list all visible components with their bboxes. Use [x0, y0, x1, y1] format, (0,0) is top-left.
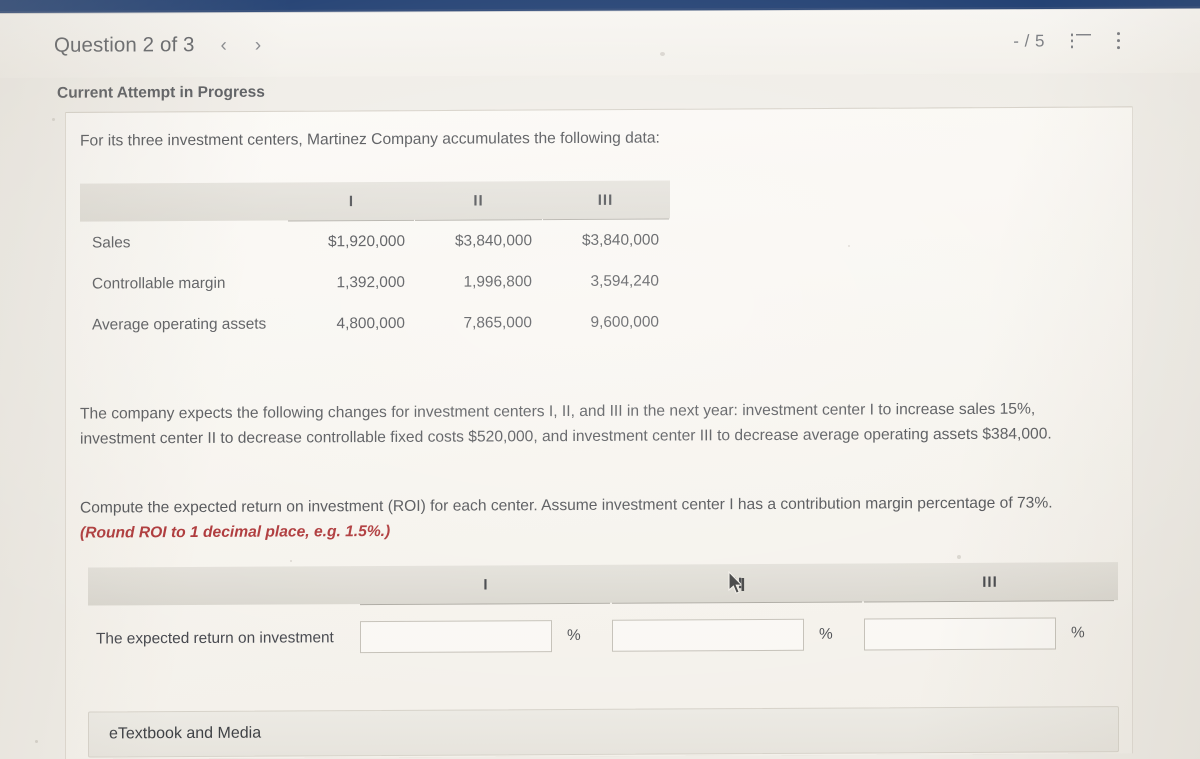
etextbook-and-media-label: eTextbook and Media — [109, 724, 262, 743]
cell-assets-1: 4,800,000 — [336, 314, 405, 333]
question-content: For its three investment centers, Martin… — [0, 0, 1200, 759]
answer-row-roi: The expected return on investment % % % — [88, 617, 1118, 655]
data-table-col-2: II — [473, 191, 484, 210]
cell-margin-1: 1,392,000 — [336, 273, 405, 292]
answer-cell-2: % — [612, 619, 864, 653]
answer-table-header-row: I II III — [88, 562, 1118, 606]
percent-sign-1: % — [567, 627, 581, 645]
cell-assets-3: 9,600,000 — [590, 313, 659, 331]
investment-data-table: I II III Sales $1,920,000 $3,840,000 $3,… — [80, 180, 670, 345]
cell-sales-3: $3,840,000 — [581, 231, 659, 249]
percent-sign-3: % — [1071, 624, 1085, 642]
question-intro: For its three investment centers, Martin… — [80, 129, 660, 150]
roi-input-center-3[interactable] — [864, 617, 1056, 651]
cell-assets-2: 7,865,000 — [463, 314, 532, 332]
answer-col-2: II — [732, 574, 744, 592]
row-label-controllable-margin: Controllable margin — [92, 274, 226, 293]
answer-cell-1: % — [360, 620, 612, 654]
answer-table-corner-cell — [88, 566, 360, 605]
row-label-sales: Sales — [92, 234, 131, 252]
row-label-average-operating-assets: Average operating assets — [92, 315, 267, 334]
roi-input-center-2[interactable] — [612, 619, 804, 653]
roi-input-center-1[interactable] — [360, 620, 552, 654]
answer-col-1: I — [483, 575, 489, 593]
data-table-col-3: III — [597, 191, 614, 209]
data-table-corner-cell — [80, 182, 288, 221]
data-table-col-1: I — [348, 192, 355, 210]
percent-sign-2: % — [819, 626, 833, 644]
cell-margin-3: 3,594,240 — [590, 272, 659, 290]
data-table-header-row: I II III — [80, 180, 670, 222]
question-paragraph-1: The company expects the following change… — [80, 400, 1052, 448]
answer-cell-3: % — [864, 617, 1116, 651]
cell-sales-2: $3,840,000 — [454, 232, 532, 250]
answer-row-label: The expected return on investment — [96, 629, 334, 648]
cell-margin-2: 1,996,800 — [463, 273, 532, 291]
question-paragraph-2: Compute the expected return on investmen… — [80, 490, 1102, 545]
cell-sales-1: $1,920,000 — [327, 232, 405, 251]
etextbook-and-media-panel[interactable]: eTextbook and Media — [88, 706, 1119, 758]
answer-table: I II III The expected return on investme… — [88, 562, 1118, 655]
table-row: Controllable margin 1,392,000 1,996,800 … — [80, 261, 670, 305]
answer-col-3: III — [982, 573, 998, 591]
question-paragraph-2-main: Compute the expected return on investmen… — [80, 494, 1053, 517]
rounding-note: (Round ROI to 1 decimal place, e.g. 1.5%… — [80, 522, 391, 542]
table-row: Sales $1,920,000 $3,840,000 $3,840,000 — [80, 220, 670, 264]
table-row: Average operating assets 4,800,000 7,865… — [80, 302, 670, 346]
